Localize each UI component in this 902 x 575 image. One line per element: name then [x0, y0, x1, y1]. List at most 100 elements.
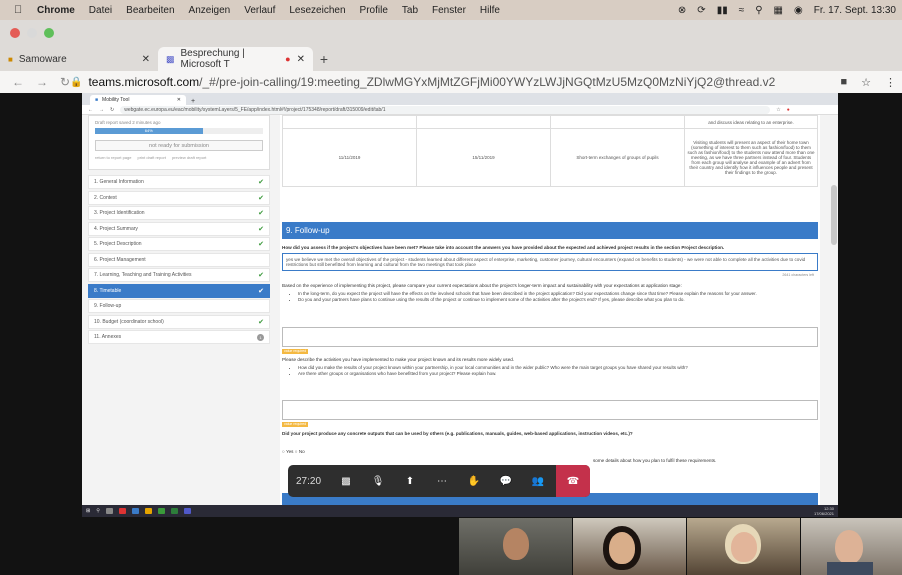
taskbar-app-icon[interactable] — [170, 508, 178, 514]
sidebar-item-label: 7. Learning, Teaching and Training Activ… — [94, 272, 192, 278]
window-controls — [10, 28, 54, 38]
radio-no[interactable]: ○ No — [295, 449, 305, 454]
sidebar-item[interactable]: 4. Project Summary ✔ — [88, 221, 270, 236]
mac-menubar:  Chrome Datei Bearbeiten Anzeigen Verla… — [0, 0, 902, 20]
sidebar-item[interactable]: 8. Timetable ✔ — [88, 283, 270, 298]
radio-yes[interactable]: ○ Yes — [282, 449, 293, 454]
hang-up-button[interactable]: ☎ — [556, 465, 590, 497]
camera-icon[interactable]: ■ — [840, 76, 847, 89]
print-link[interactable]: print draft report — [137, 155, 165, 160]
return-link[interactable]: return to report page — [95, 155, 131, 160]
taskbar-app-icon[interactable] — [105, 508, 113, 514]
sidebar-item[interactable]: 6. Project Management — [88, 252, 270, 267]
sidebar-item[interactable]: 11. Annexes 1 — [88, 330, 270, 344]
sidebar-item[interactable]: 5. Project Description ✔ — [88, 237, 270, 251]
share-screen-icon[interactable]: ⬆ — [394, 465, 426, 497]
check-icon: ✔ — [258, 287, 264, 295]
more-actions-icon[interactable]: ⋯ — [426, 465, 458, 497]
tab-teams[interactable]: ▩ Besprechung | Microsoft T ● ✕ — [158, 47, 313, 71]
participant-face — [609, 532, 635, 564]
search-icon[interactable]: ⚲ — [755, 5, 762, 16]
sidebar-item[interactable]: 3. Project Identification ✔ — [88, 206, 270, 220]
taskbar-app-icon[interactable] — [157, 508, 165, 514]
close-tab-icon[interactable]: ✕ — [297, 54, 305, 65]
inner-tab-title: Mobility Tool — [102, 97, 130, 103]
menu-lesezeichen[interactable]: Lesezeichen — [289, 5, 345, 16]
menubar-datetime[interactable]: Fr. 17. Sept. 13:30 — [814, 5, 896, 16]
mobility-tool-page: Draft report saved 2 minutes ago 64% not… — [82, 115, 838, 505]
participant-video[interactable] — [687, 518, 800, 575]
close-window-button[interactable] — [10, 28, 20, 38]
taskbar-app-icon[interactable] — [118, 508, 126, 514]
taskbar-clock[interactable]: 12:30 17/06/2021 — [814, 506, 838, 516]
forward-icon[interactable]: → — [36, 75, 48, 89]
menu-profile[interactable]: Profile — [360, 5, 388, 16]
participant-video[interactable] — [573, 518, 686, 575]
answer-1-field[interactable]: yes we believe we met the overall object… — [282, 253, 818, 271]
tab-samoware[interactable]: ■ Samoware ✕ — [0, 47, 158, 71]
inner-star-icon[interactable]: ☆ — [776, 107, 780, 113]
url-field[interactable]: teams.microsoft.com/_#/pre-join-calling/… — [88, 75, 775, 89]
preview-link[interactable]: preview draft report — [172, 155, 206, 160]
inner-forward-icon[interactable]: → — [99, 107, 104, 113]
inner-url-field[interactable]: webgate.ec.europa.eu/eac/mobility/system… — [120, 105, 771, 114]
taskbar-app-icon[interactable] — [183, 508, 191, 514]
menu-hilfe[interactable]: Hilfe — [480, 5, 500, 16]
sidebar-item[interactable]: 7. Learning, Teaching and Training Activ… — [88, 268, 270, 282]
minimize-window-button[interactable] — [27, 28, 37, 38]
menu-anzeigen[interactable]: Anzeigen — [189, 5, 231, 16]
participants-icon[interactable]: 👥 — [522, 465, 554, 497]
taskbar-app-icon[interactable] — [144, 508, 152, 514]
taskbar-search-icon[interactable]: ⚲ — [96, 508, 100, 514]
zoom-window-button[interactable] — [44, 28, 54, 38]
camera-toggle-icon[interactable]: ▩ — [330, 465, 362, 497]
answer-3-field[interactable] — [282, 400, 818, 420]
inner-scrollbar[interactable] — [831, 185, 837, 245]
reload-icon[interactable]: ↻ — [60, 75, 70, 89]
sidebar-item[interactable]: 9. Follow-up — [88, 299, 270, 313]
menu-verlauf[interactable]: Verlauf — [244, 5, 275, 16]
call-timer: 27:20 — [296, 475, 322, 487]
wifi-icon[interactable]: ≈ — [739, 5, 745, 16]
microphone-icon[interactable]: 🎙 — [362, 465, 394, 497]
menu-tab[interactable]: Tab — [402, 5, 418, 16]
bookmark-star-icon[interactable]: ☆ — [861, 76, 871, 89]
sidebar-item[interactable]: 10. Budget (coordinator school) ✔ — [88, 314, 270, 329]
participant-video[interactable] — [801, 518, 902, 575]
close-circle-icon[interactable]: ⊗ — [678, 5, 686, 16]
chars-left: 2641 characters left — [782, 273, 814, 277]
sidebar-item[interactable]: 2. Context ✔ — [88, 190, 270, 205]
sync-icon[interactable]: ⟳ — [697, 5, 705, 16]
url-host: teams.microsoft.com — [88, 75, 200, 89]
chat-icon[interactable]: 💬 — [490, 465, 522, 497]
menu-dots-icon[interactable]: ⋮ — [885, 76, 896, 89]
close-tab-icon[interactable]: ✕ — [142, 54, 150, 65]
battery-icon[interactable]: ▮▮ — [717, 5, 728, 16]
inner-new-tab-icon[interactable]: + — [191, 98, 195, 105]
siri-icon[interactable]: ◉ — [794, 5, 803, 16]
participant-video[interactable] — [459, 518, 572, 575]
question-3: Please describe the activities you have … — [282, 357, 515, 362]
apple-icon[interactable]:  — [14, 4, 30, 16]
inner-back-icon[interactable]: ← — [88, 107, 93, 113]
menu-bearbeiten[interactable]: Bearbeiten — [126, 5, 174, 16]
answer-2-field[interactable] — [282, 327, 818, 347]
check-icon: ✔ — [258, 241, 264, 248]
inner-reload-icon[interactable]: ↻ — [110, 107, 114, 113]
not-ready-button[interactable]: not ready for submission — [95, 140, 263, 151]
new-tab-button[interactable]: + — [313, 51, 335, 71]
windows-start-icon[interactable]: ⊞ — [86, 508, 90, 514]
control-center-icon[interactable]: ▦ — [774, 5, 783, 16]
sidebar-item[interactable]: 1. General Information ✔ — [88, 175, 270, 189]
menu-app[interactable]: Chrome — [37, 5, 75, 16]
lock-icon[interactable]: 🔒 — [70, 77, 82, 88]
section-title: 9. Follow-up — [282, 222, 818, 239]
inner-avatar[interactable]: ● — [787, 107, 790, 113]
menu-datei[interactable]: Datei — [89, 5, 112, 16]
raise-hand-icon[interactable]: ✋ — [458, 465, 490, 497]
inner-close-tab-icon[interactable]: ✕ — [177, 97, 181, 103]
menu-fenster[interactable]: Fenster — [432, 5, 466, 16]
inner-tab[interactable]: ■ Mobility Tool ✕ — [90, 95, 186, 105]
taskbar-app-icon[interactable] — [131, 508, 139, 514]
back-icon[interactable]: ← — [12, 75, 24, 89]
